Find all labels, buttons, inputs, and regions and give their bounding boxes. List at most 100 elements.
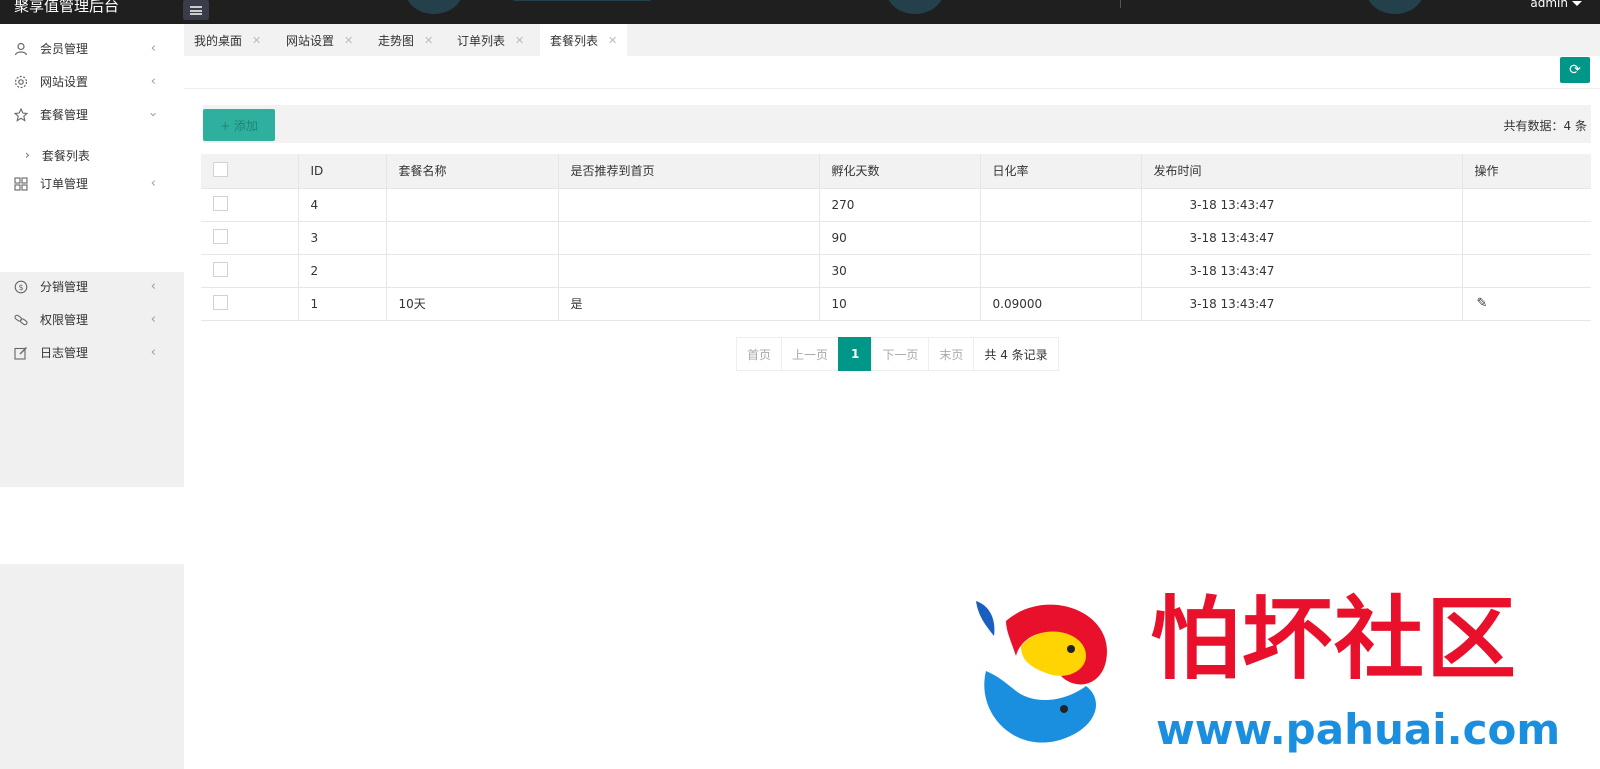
close-icon[interactable]: ✕ <box>608 34 617 47</box>
table-row: 4 270 3-18 13:43:47 <box>201 187 1591 221</box>
cell-recommend: 是 <box>558 286 820 320</box>
tab-label: 我的桌面 <box>194 33 243 48</box>
chevron-left-icon: ‹ <box>150 312 156 327</box>
menu-toggle-button[interactable] <box>183 0 209 20</box>
next-page-button[interactable]: 下一页 <box>871 337 930 371</box>
tab-package-list[interactable]: 套餐列表 ✕ <box>540 24 628 56</box>
chevron-left-icon: ‹ <box>150 74 156 89</box>
watermark-url: www.pahuai.com <box>1156 705 1561 754</box>
tab-bar: 我的桌面 ✕ 网站设置 ✕ 走势图 ✕ 订单列表 ✕ 套餐列表 ✕ <box>184 24 1600 56</box>
cell-id: 3 <box>298 220 387 254</box>
record-count: 共有数据：4 条 <box>1503 119 1587 133</box>
caret-down-icon <box>1572 1 1582 6</box>
cell-actions: ✎ <box>1462 286 1591 320</box>
table-header-row: ID 套餐名称 是否推荐到首页 孵化天数 日化率 发布时间 操作 <box>201 154 1591 188</box>
tab-order-list[interactable]: 订单列表 ✕ <box>447 24 534 56</box>
pencil-icon[interactable]: ✎ <box>1477 296 1488 311</box>
sidebar-item-packages[interactable]: 套餐管理 ‹ <box>0 98 184 131</box>
star-icon <box>13 107 29 123</box>
cell-rate <box>980 220 1142 254</box>
sidebar-item-site-settings[interactable]: 网站设置 ‹ <box>0 65 184 98</box>
table-row: 3 90 3-18 13:43:47 <box>201 220 1591 254</box>
cell-time: 3-18 13:43:47 <box>1141 286 1463 320</box>
prev-page-button[interactable]: 上一页 <box>781 337 840 371</box>
row-checkbox[interactable] <box>213 294 228 310</box>
cell-id: 4 <box>298 187 387 221</box>
last-page-button[interactable]: 末页 <box>928 337 975 371</box>
cell-id: 1 <box>298 286 387 320</box>
cell-rate <box>980 253 1142 287</box>
chevron-left-icon: ‹ <box>150 279 156 294</box>
close-icon[interactable]: ✕ <box>344 34 353 47</box>
cell-actions <box>1462 187 1591 221</box>
select-all-checkbox[interactable] <box>213 161 228 177</box>
cell-days: 90 <box>819 220 981 254</box>
package-table: ID 套餐名称 是否推荐到首页 孵化天数 日化率 发布时间 操作 4 270 3… <box>201 154 1591 321</box>
sidebar-item-label: 套餐管理 <box>40 108 89 122</box>
sidebar-item-permissions[interactable]: 权限管理 ‹ <box>0 303 184 336</box>
cell-rate: 0.09000 <box>980 286 1142 320</box>
select-all-cell <box>201 154 299 188</box>
cell-days: 270 <box>819 187 981 221</box>
tab-site-settings[interactable]: 网站设置 ✕ <box>276 24 363 56</box>
column-header: 操作 <box>1462 154 1591 188</box>
edit-icon <box>13 345 29 361</box>
row-checkbox[interactable] <box>213 195 228 211</box>
sidebar-item-logs[interactable]: 日志管理 ‹ <box>0 336 184 369</box>
sidebar-item-orders[interactable]: 订单管理 ‹ <box>0 167 184 200</box>
decorative-circle <box>1366 0 1424 14</box>
pagination: 首页 上一页 1 下一页 末页 共 4 条记录 <box>736 337 1059 371</box>
sidebar-item-label: 日志管理 <box>40 346 89 360</box>
add-button[interactable]: + 添加 <box>203 109 275 141</box>
sidebar-item-label: 网站设置 <box>40 75 89 89</box>
row-checkbox[interactable] <box>213 228 228 244</box>
refresh-button[interactable]: ⟳ <box>1560 57 1590 83</box>
cell-time: 3-18 13:43:47 <box>1141 253 1463 287</box>
first-page-button[interactable]: 首页 <box>736 337 783 371</box>
sidebar-item-label: 会员管理 <box>40 42 89 56</box>
link-icon <box>13 312 29 328</box>
sidebar-subitem-package-list[interactable]: › 套餐列表 <box>0 140 184 170</box>
cell-recommend <box>558 220 820 254</box>
divider <box>184 88 1600 89</box>
chevron-left-icon: ‹ <box>150 176 156 191</box>
tab-label: 网站设置 <box>286 33 335 48</box>
column-header: 是否推荐到首页 <box>558 154 820 188</box>
cell-recommend <box>558 253 820 287</box>
table-row: 2 30 3-18 13:43:47 <box>201 253 1591 287</box>
sidebar-item-distribution[interactable]: $ 分销管理 ‹ <box>0 270 184 303</box>
decorative-circle <box>405 0 463 14</box>
decorative-bar <box>512 0 652 1</box>
sidebar-item-members[interactable]: 会员管理 ‹ <box>0 32 184 65</box>
row-checkbox[interactable] <box>213 261 228 277</box>
cell-actions <box>1462 253 1591 287</box>
table-row: 1 10天 是 10 0.09000 3-18 13:43:47 ✎ <box>201 286 1591 320</box>
tab-trend-chart[interactable]: 走势图 ✕ <box>368 24 443 56</box>
username: admin <box>1530 0 1568 10</box>
tab-label: 套餐列表 <box>550 33 599 48</box>
watermark-fish-logo <box>976 601 1107 743</box>
tab-label: 走势图 <box>378 33 415 48</box>
top-navbar: 聚享值管理后台 admin <box>0 0 1600 24</box>
chevron-left-icon: ‹ <box>150 41 156 56</box>
chevron-left-icon: ‹ <box>150 345 156 360</box>
refresh-icon: ⟳ <box>1569 62 1581 78</box>
total-records: 共 4 条记录 <box>973 337 1059 371</box>
user-icon <box>13 41 29 57</box>
close-icon[interactable]: ✕ <box>252 34 261 47</box>
close-icon[interactable]: ✕ <box>424 34 433 47</box>
sidebar-item-label: 订单管理 <box>40 177 89 191</box>
gear-icon <box>13 74 29 90</box>
toolbar: + 添加 共有数据：4 条 <box>203 105 1591 143</box>
grid-icon <box>13 176 29 192</box>
column-header: 日化率 <box>980 154 1142 188</box>
cell-time: 3-18 13:43:47 <box>1141 187 1463 221</box>
close-icon[interactable]: ✕ <box>515 34 524 47</box>
cell-name <box>386 253 559 287</box>
current-page[interactable]: 1 <box>838 337 873 371</box>
user-menu[interactable]: admin <box>1530 0 1582 10</box>
chevron-down-icon: ‹ <box>145 111 161 118</box>
tab-label: 订单列表 <box>457 33 506 48</box>
sidebar-item-label: 权限管理 <box>40 313 89 327</box>
tab-desktop[interactable]: 我的桌面 ✕ <box>184 24 271 56</box>
